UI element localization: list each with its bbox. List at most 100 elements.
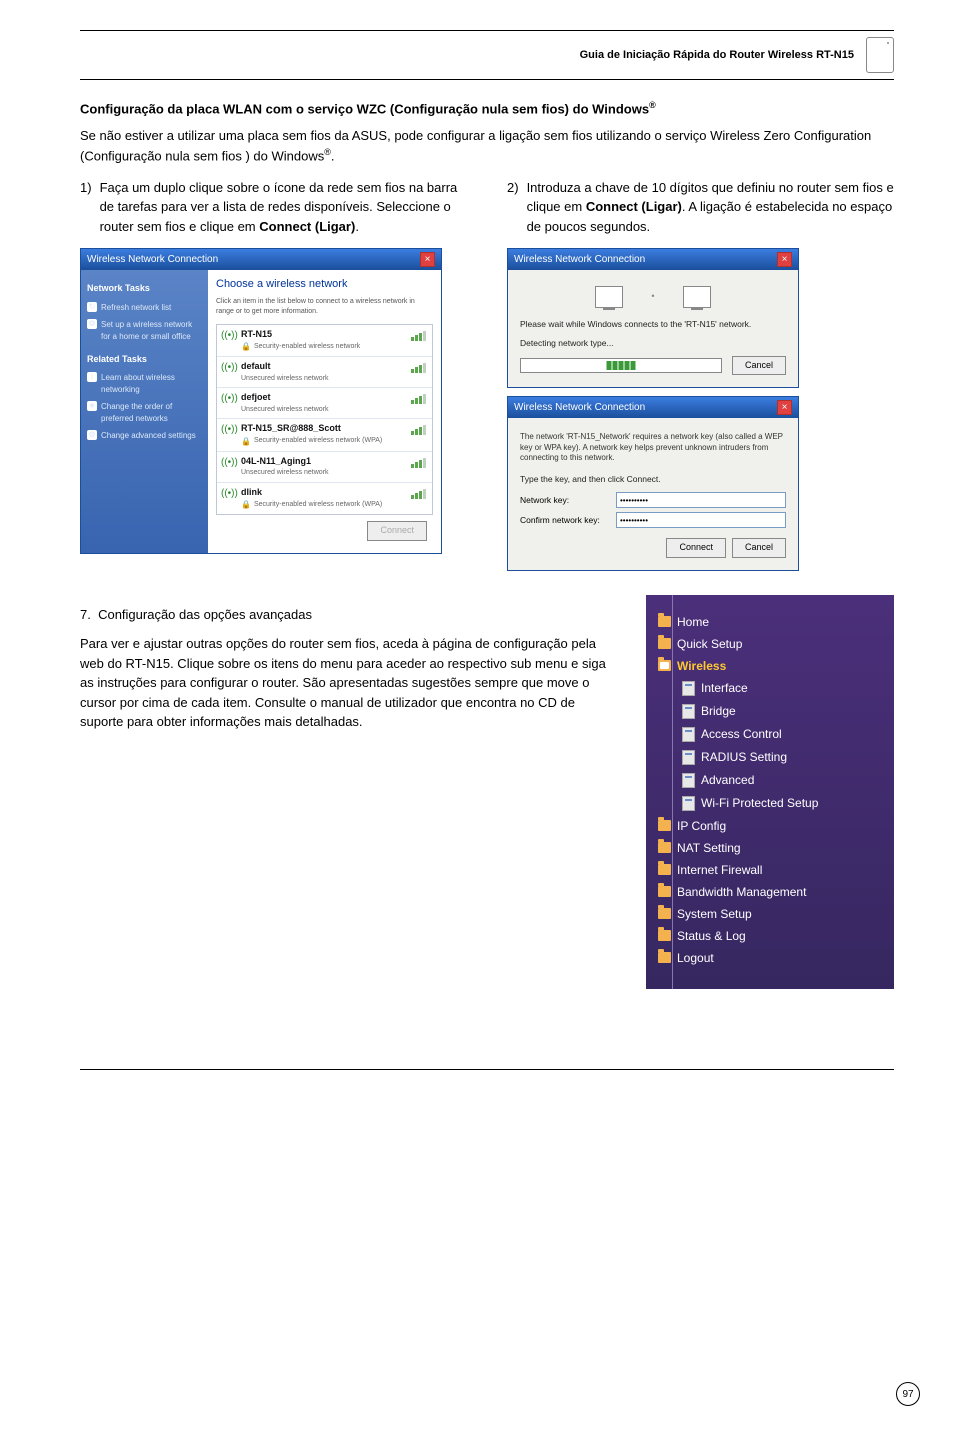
lock-icon: 🔒 bbox=[241, 499, 251, 511]
folder-icon bbox=[658, 952, 671, 963]
cancel-button[interactable]: Cancel bbox=[732, 538, 786, 558]
signal-bars-icon bbox=[411, 331, 426, 341]
tree-wps[interactable]: Wi-Fi Protected Setup bbox=[646, 792, 894, 815]
folder-icon bbox=[658, 820, 671, 831]
lock-icon: 🔒 bbox=[241, 436, 251, 448]
tree-advanced[interactable]: Advanced bbox=[646, 769, 894, 792]
network-key-label: Network key: bbox=[520, 494, 610, 507]
file-icon bbox=[682, 796, 695, 811]
tree-system-setup[interactable]: System Setup bbox=[646, 903, 894, 925]
close-icon[interactable]: × bbox=[777, 400, 792, 415]
folder-icon bbox=[658, 864, 671, 875]
network-tasks-header: Network Tasks bbox=[87, 282, 202, 296]
refresh-network-list[interactable]: ↻Refresh network list bbox=[87, 302, 202, 314]
lock-icon: 🔒 bbox=[241, 341, 251, 353]
tree-access-control[interactable]: Access Control bbox=[646, 723, 894, 746]
folder-icon bbox=[658, 886, 671, 897]
progress-bar bbox=[520, 358, 722, 373]
star-icon: ★ bbox=[87, 401, 97, 411]
router-icon bbox=[866, 37, 894, 73]
close-icon[interactable]: × bbox=[777, 252, 792, 267]
tree-home[interactable]: Home bbox=[646, 611, 894, 633]
folder-icon bbox=[658, 842, 671, 853]
step-1-number: 1) bbox=[80, 178, 92, 237]
tree-interface[interactable]: Interface bbox=[646, 677, 894, 700]
tree-bandwidth[interactable]: Bandwidth Management bbox=[646, 881, 894, 903]
file-icon bbox=[682, 681, 695, 696]
close-icon[interactable]: × bbox=[420, 252, 435, 267]
wlan-section-title: Configuração da placa WLAN com o serviço… bbox=[80, 100, 894, 116]
tree-status-log[interactable]: Status & Log bbox=[646, 925, 894, 947]
section7-title: 7. Configuração das opções avançadas bbox=[80, 605, 610, 625]
connecting-dialog: Wireless Network Connection × • Please w… bbox=[507, 248, 799, 388]
related-tasks-header: Related Tasks bbox=[87, 353, 202, 367]
computer-icon bbox=[683, 286, 711, 308]
learn-wireless[interactable]: iLearn about wireless networking bbox=[87, 372, 202, 396]
tree-logout[interactable]: Logout bbox=[646, 947, 894, 969]
detecting-text: Detecting network type... bbox=[520, 337, 786, 350]
section7-body: Para ver e ajustar outras opções do rout… bbox=[80, 634, 610, 732]
network-list: ((•)) RT-N15 🔒Security-enabled wireless … bbox=[216, 324, 433, 516]
tree-nat-setting[interactable]: NAT Setting bbox=[646, 837, 894, 859]
network-item[interactable]: ((•)) RT-N15_SR@888_Scott 🔒Security-enab… bbox=[217, 419, 432, 452]
change-advanced[interactable]: ⚙Change advanced settings bbox=[87, 430, 202, 442]
choose-network-title: Choose a wireless network bbox=[216, 276, 433, 293]
tree-quick-setup[interactable]: Quick Setup bbox=[646, 633, 894, 655]
signal-bars-icon bbox=[411, 363, 426, 373]
step-1-text: Faça um duplo clique sobre o ícone da re… bbox=[100, 178, 467, 237]
wifi-icon: ((•)) bbox=[221, 422, 235, 436]
file-icon bbox=[682, 750, 695, 765]
key-dialog-desc: The network 'RT-N15_Network' requires a … bbox=[520, 432, 786, 463]
window-title: Wireless Network Connection bbox=[514, 400, 645, 415]
network-item[interactable]: ((•)) defjoet Unsecured wireless network bbox=[217, 388, 432, 419]
network-item[interactable]: ((•)) 04L-N11_Aging1 Unsecured wireless … bbox=[217, 452, 432, 483]
connect-button[interactable]: Connect bbox=[666, 538, 726, 558]
tree-wireless[interactable]: Wireless bbox=[646, 655, 894, 677]
folder-icon bbox=[658, 638, 671, 649]
page-number: 97 bbox=[896, 1382, 920, 1406]
header-title: Guia de Iniciação Rápida do Router Wirel… bbox=[580, 49, 854, 61]
router-menu-tree: Home Quick Setup Wireless Interface Brid… bbox=[646, 595, 894, 989]
computer-icon bbox=[595, 286, 623, 308]
please-wait-text: Please wait while Windows connects to th… bbox=[520, 318, 786, 331]
file-icon bbox=[682, 773, 695, 788]
wlan-intro: Se não estiver a utilizar uma placa sem … bbox=[80, 126, 894, 165]
signal-bars-icon bbox=[411, 394, 426, 404]
refresh-icon: ↻ bbox=[87, 302, 97, 312]
signal-bars-icon bbox=[411, 489, 426, 499]
change-order[interactable]: ★Change the order of preferred networks bbox=[87, 401, 202, 425]
network-item[interactable]: ((•)) default Unsecured wireless network bbox=[217, 357, 432, 388]
window-title: Wireless Network Connection bbox=[87, 252, 218, 267]
connect-button[interactable]: Connect bbox=[367, 521, 427, 541]
folder-icon bbox=[658, 930, 671, 941]
confirm-key-input[interactable] bbox=[616, 512, 786, 528]
setup-icon: ⚙ bbox=[87, 319, 97, 329]
network-key-dialog: Wireless Network Connection × The networ… bbox=[507, 396, 799, 570]
footer-rule bbox=[80, 1069, 894, 1070]
cancel-button[interactable]: Cancel bbox=[732, 356, 786, 376]
wireless-connection-window: Wireless Network Connection × Network Ta… bbox=[80, 248, 442, 554]
confirm-key-label: Confirm network key: bbox=[520, 514, 610, 527]
network-key-input[interactable] bbox=[616, 492, 786, 508]
tree-radius-setting[interactable]: RADIUS Setting bbox=[646, 746, 894, 769]
network-item[interactable]: ((•)) dlink 🔒Security-enabled wireless n… bbox=[217, 483, 432, 515]
info-icon: i bbox=[87, 372, 97, 382]
step-2-number: 2) bbox=[507, 178, 519, 237]
folder-icon bbox=[658, 616, 671, 627]
tree-bridge[interactable]: Bridge bbox=[646, 700, 894, 723]
window-title: Wireless Network Connection bbox=[514, 252, 645, 267]
network-item[interactable]: ((•)) RT-N15 🔒Security-enabled wireless … bbox=[217, 325, 432, 358]
folder-icon bbox=[658, 908, 671, 919]
step-2-text: Introduza a chave de 10 dígitos que defi… bbox=[527, 178, 894, 237]
setup-wireless-network[interactable]: ⚙Set up a wireless network for a home or… bbox=[87, 319, 202, 343]
wifi-icon: ((•)) bbox=[221, 455, 235, 469]
tree-ip-config[interactable]: IP Config bbox=[646, 815, 894, 837]
type-key-prompt: Type the key, and then click Connect. bbox=[520, 473, 786, 486]
tree-internet-firewall[interactable]: Internet Firewall bbox=[646, 859, 894, 881]
gear-icon: ⚙ bbox=[87, 430, 97, 440]
wifi-icon: ((•)) bbox=[221, 328, 235, 342]
signal-bars-icon bbox=[411, 458, 426, 468]
file-icon bbox=[682, 704, 695, 719]
file-icon bbox=[682, 727, 695, 742]
wifi-icon: ((•)) bbox=[221, 391, 235, 405]
